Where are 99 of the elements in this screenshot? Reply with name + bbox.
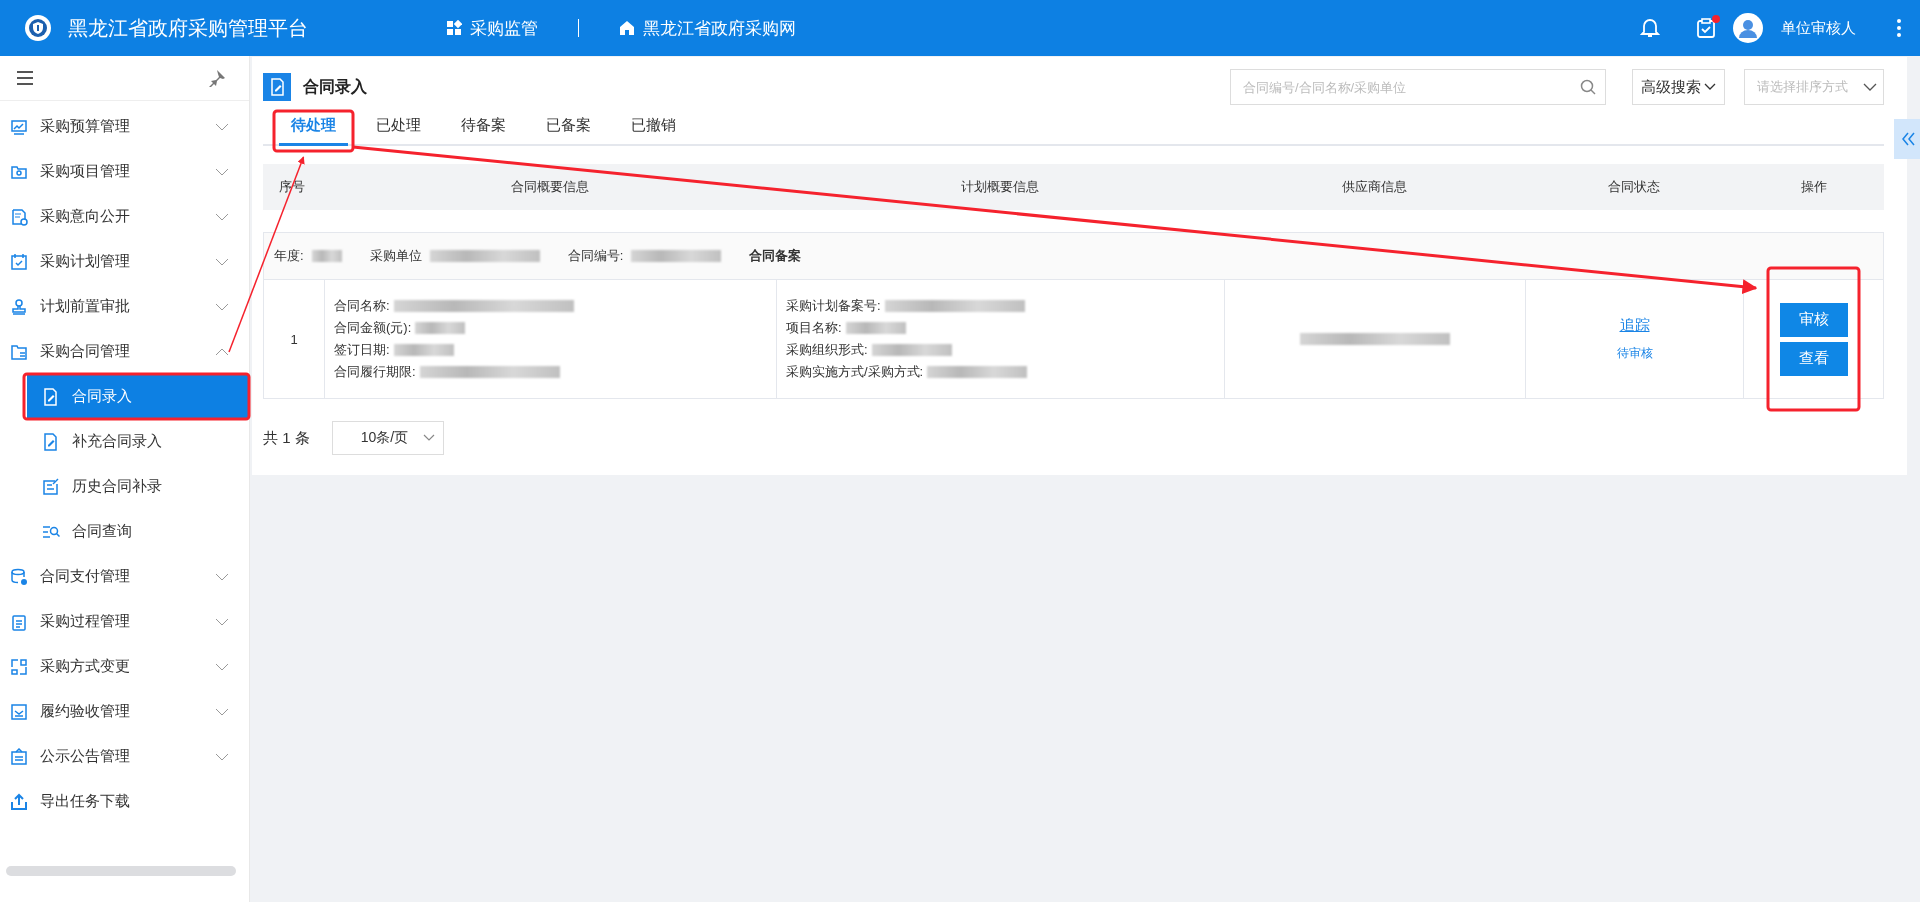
action-button[interactable]: 审核 [1779, 302, 1848, 337]
column-header: 计划概要信息 [960, 178, 1040, 196]
tab[interactable]: 已撤销 [619, 116, 688, 146]
redacted-value [415, 322, 466, 334]
field-label: 合同名称: [334, 297, 390, 315]
nav-link[interactable]: 采购监管 [470, 16, 538, 40]
clipboard-icon [1695, 17, 1717, 39]
avatar-icon [1733, 13, 1763, 43]
menu-icon [10, 657, 28, 676]
menu-icon [10, 792, 28, 811]
sidebar-item[interactable]: 合同支付管理 [0, 554, 249, 599]
menu-icon [10, 297, 28, 316]
redacted-value [393, 344, 454, 356]
chevron-icon [215, 212, 229, 221]
tab[interactable]: 待备案 [449, 116, 518, 146]
chevron-icon [215, 752, 229, 761]
page-size-select[interactable]: 10条/页 [331, 421, 444, 455]
field-label: 采购实施方式/采购方式: [786, 363, 924, 381]
sidebar-item[interactable]: 采购合同管理 [0, 329, 249, 374]
chevron-icon [215, 572, 229, 581]
sidebar-item[interactable]: 履约验收管理 [0, 689, 249, 734]
home-icon [619, 20, 635, 36]
sidebar-subitem[interactable]: 合同查询 [27, 509, 249, 554]
sidebar-item[interactable]: 导出任务下载 [0, 779, 249, 824]
menu-icon [42, 432, 60, 451]
field-label: 采购单位 [369, 247, 422, 265]
redacted-value [311, 250, 342, 262]
redacted-value [845, 322, 906, 334]
field-label: 采购计划备案号: [786, 297, 881, 315]
sidebar-item[interactable]: 采购预算管理 [0, 104, 249, 149]
advanced-search-button[interactable]: 高级搜索 [1632, 69, 1725, 105]
menu-icon [10, 612, 28, 631]
double-chevron-icon [1901, 132, 1915, 146]
nav-link[interactable]: 黑龙江省政府采购网 [643, 16, 796, 40]
sidebar-subitem[interactable]: 合同录入 [27, 374, 249, 419]
column-header: 操作 [1799, 178, 1828, 196]
field-label: 签订日期: [334, 341, 390, 359]
action-button[interactable]: 查看 [1779, 341, 1848, 376]
menu-icon [10, 702, 28, 721]
menu-icon [10, 342, 28, 361]
total-count: 共 1 条 [263, 428, 310, 448]
chevron-icon [215, 617, 229, 626]
field-label: 合同履行期限: [334, 363, 416, 381]
field-label: 合同编号: [567, 247, 624, 265]
menu-icon [10, 117, 28, 136]
chevron-icon [215, 302, 229, 311]
column-header: 供应商信息 [1341, 178, 1408, 196]
field-label: 项目名称: [786, 319, 842, 337]
sidebar-item[interactable]: 采购项目管理 [0, 149, 249, 194]
user-name[interactable]: 单位审核人 [1781, 18, 1856, 38]
more-icon [1896, 18, 1902, 38]
tab[interactable]: 已备案 [534, 116, 603, 146]
caret-icon [1704, 83, 1716, 91]
logo-icon [24, 14, 52, 42]
menu-icon [42, 387, 60, 406]
column-header: 序号 [278, 178, 306, 196]
field-label: 合同金额(元): [334, 319, 412, 337]
tab[interactable]: 待处理 [279, 116, 348, 146]
field-label: 年度: [274, 247, 304, 265]
search-field[interactable]: 合同编号/合同名称/采购单位 [1230, 69, 1606, 105]
caret-icon [422, 434, 435, 442]
field-label: 采购组织形式: [786, 341, 868, 359]
grid-icon [446, 20, 462, 36]
scrollbar[interactable] [6, 866, 236, 876]
page-title: 合同录入 [303, 76, 368, 97]
track-link[interactable]: 追踪 [1619, 316, 1650, 335]
record-type: 合同备案 [749, 247, 802, 265]
menu-icon [10, 207, 28, 226]
sidebar-subitem[interactable]: 补充合同录入 [27, 419, 249, 464]
chevron-icon [215, 122, 229, 131]
menu-icon [10, 567, 28, 586]
pin-icon [209, 69, 227, 87]
sidebar-item[interactable]: 采购意向公开 [0, 194, 249, 239]
edit-icon [269, 78, 285, 96]
chevron-icon [215, 257, 229, 266]
menu-icon [16, 69, 34, 87]
collapse-panel-tab[interactable] [1894, 119, 1920, 159]
bell-icon [1639, 17, 1661, 39]
menu-icon [10, 252, 28, 271]
sidebar-item[interactable]: 采购方式变更 [0, 644, 249, 689]
sidebar-item[interactable]: 采购过程管理 [0, 599, 249, 644]
platform-title: 黑龙江省政府采购管理平台 [68, 15, 308, 41]
row-number: 1 [290, 331, 298, 347]
search-icon [1580, 79, 1596, 95]
chevron-icon [215, 707, 229, 716]
column-header: 合同概要信息 [510, 178, 590, 196]
menu-icon [42, 477, 60, 496]
sidebar-item[interactable]: 公示公告管理 [0, 734, 249, 779]
sidebar-item[interactable]: 采购计划管理 [0, 239, 249, 284]
status-text: 待审核 [1616, 345, 1653, 362]
chevron-icon [215, 167, 229, 176]
caret-icon [1863, 82, 1877, 92]
sidebar-item[interactable]: 计划前置审批 [0, 284, 249, 329]
sidebar-subitem[interactable]: 历史合同补录 [27, 464, 249, 509]
tab[interactable]: 已处理 [364, 116, 433, 146]
chevron-icon [215, 662, 229, 671]
chevron-icon [215, 347, 229, 356]
menu-icon [10, 747, 28, 766]
column-header: 合同状态 [1607, 178, 1661, 196]
